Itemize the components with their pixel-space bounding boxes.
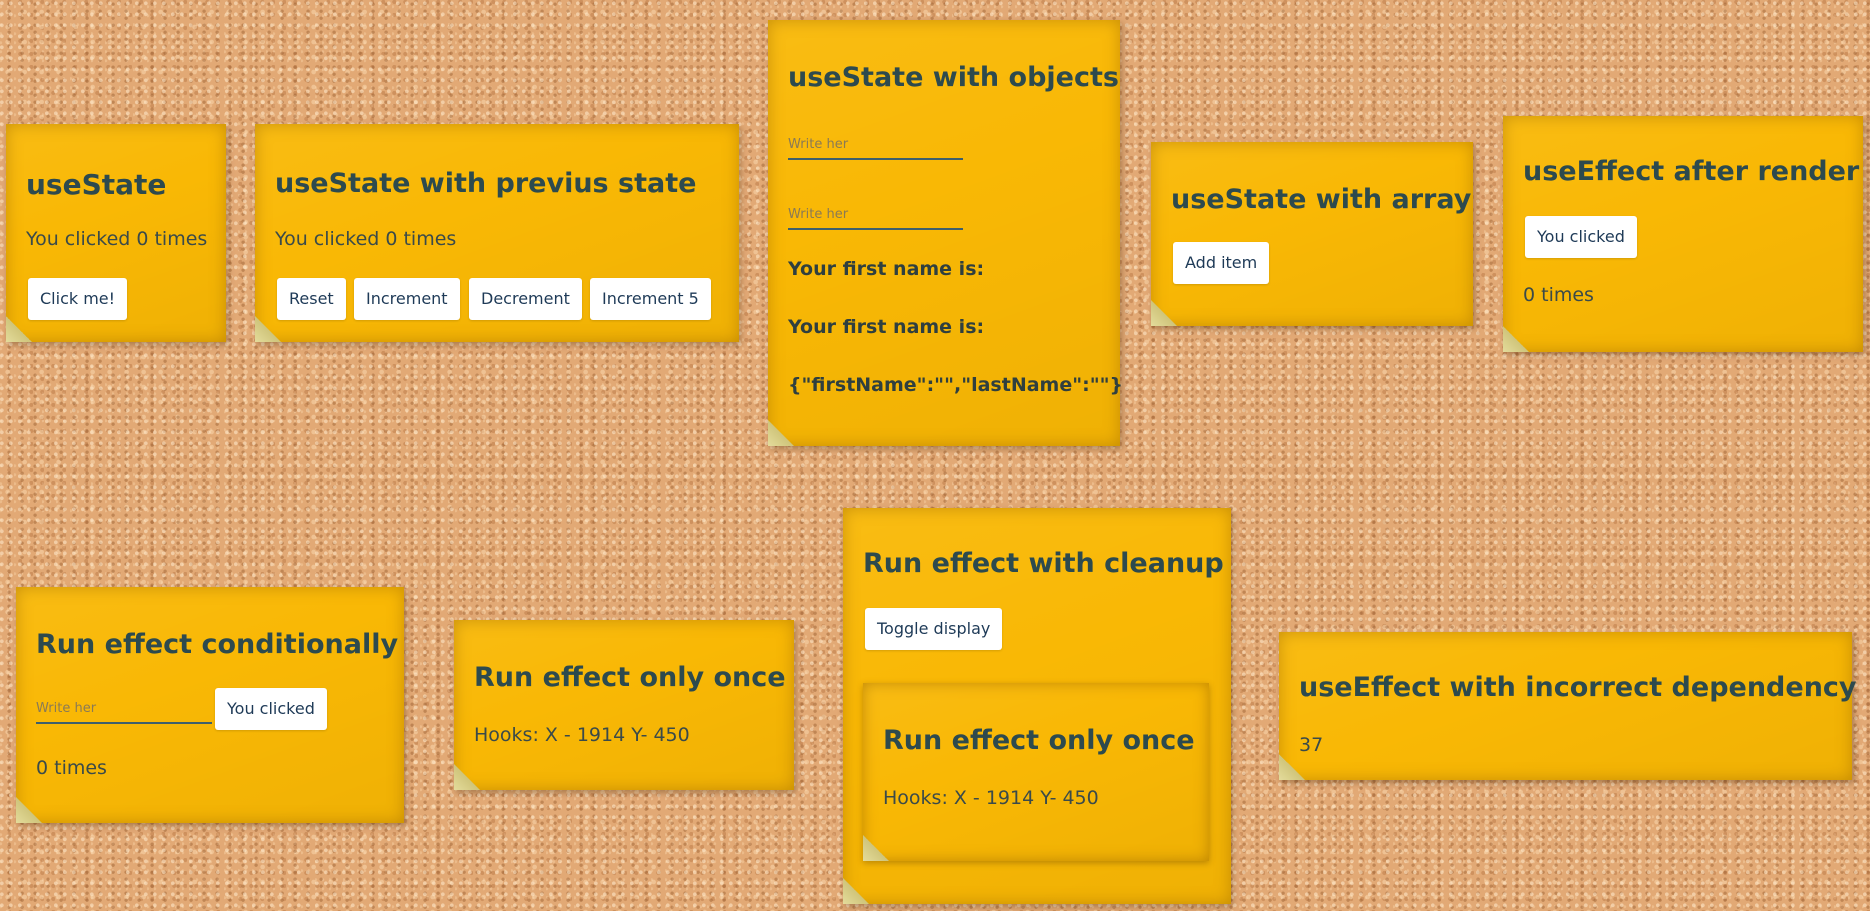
card-use-state: useState You clicked 0 times Click me! [6,124,226,342]
click-count-text: You clicked 0 times [26,228,208,250]
reset-button[interactable]: Reset [277,278,346,320]
page-fold [1279,754,1305,780]
page-fold [16,797,42,823]
toggle-display-button[interactable]: Toggle display [865,608,1003,650]
page-fold [255,316,281,342]
times-text: 0 times [36,757,107,779]
page-fold [454,764,480,790]
increment-button[interactable]: Increment [354,278,460,320]
increment-5-button[interactable]: Increment 5 [590,278,711,320]
card-title: Run effect conditionally [36,629,399,660]
click-count-text: You clicked 0 times [275,228,457,250]
card-title: Run effect only once [883,725,1195,756]
click-me-button[interactable]: Click me! [28,278,128,320]
card-title: Run effect only once [474,662,786,693]
card-objects: useState with objects Your first name is… [768,20,1124,446]
first-name-input[interactable] [788,130,963,160]
first-name-label: Your first name is: [788,258,985,280]
counter-value: 37 [1299,734,1324,756]
card-title: Run effect with cleanup [863,548,1224,579]
add-item-button[interactable]: Add item [1173,242,1270,284]
first-name-label-2: Your first name is: [788,316,985,338]
card-cleanup: Run effect with cleanup Toggle display R… [843,508,1231,904]
last-name-input[interactable] [788,200,963,230]
times-text: 0 times [1523,284,1594,306]
card-prev-state: useState with previus state You clicked … [255,124,739,342]
you-clicked-button[interactable]: You clicked [215,688,327,730]
card-title: useState [26,168,167,201]
decrement-button[interactable]: Decrement [469,278,582,320]
page-fold [1151,300,1177,326]
card-title: useState with objects [788,62,1119,93]
card-incorrect-dependency: useEffect with incorrect dependency 37 [1279,632,1857,780]
card-title: useState with previus state [275,168,697,199]
conditional-input[interactable] [36,694,212,724]
card-only-once: Run effect only once Hooks: X - 1914 Y- … [454,620,794,790]
card-title: useState with array [1171,184,1472,215]
card-array: useState with array Add item [1151,142,1473,326]
json-state-text: {"firstName":"","lastName":""} [788,374,1124,396]
page-fold [768,420,794,446]
card-conditionally: Run effect conditionally You clicked 0 t… [16,587,404,823]
page-fold [843,878,869,904]
page-fold [863,835,889,861]
page-fold [6,316,32,342]
hooks-coordinates-text: Hooks: X - 1914 Y- 450 [883,787,1099,809]
card-title: useEffect with incorrect dependency [1299,672,1857,703]
page-fold [1503,326,1529,352]
you-clicked-button[interactable]: You clicked [1525,216,1637,258]
nested-card-only-once: Run effect only once Hooks: X - 1914 Y- … [863,683,1209,861]
card-after-render: useEffect after render You clicked 0 tim… [1503,116,1863,352]
card-title: useEffect after render [1523,156,1860,187]
hooks-coordinates-text: Hooks: X - 1914 Y- 450 [474,724,690,746]
